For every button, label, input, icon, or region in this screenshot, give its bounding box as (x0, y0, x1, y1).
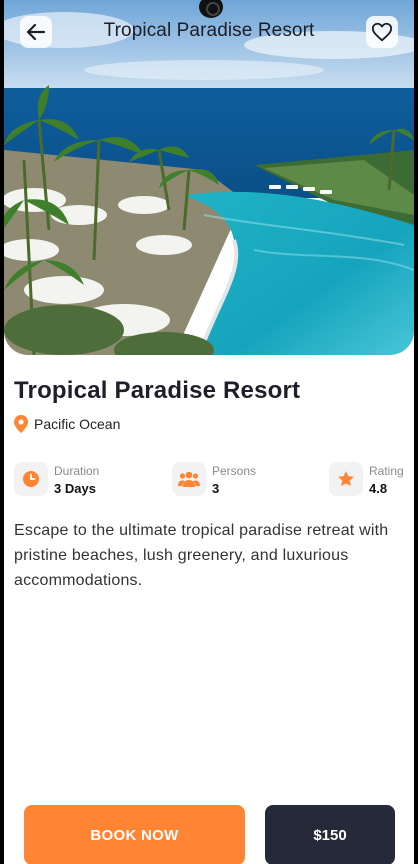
stat-icon-box (14, 462, 48, 496)
price-button[interactable]: $150 (265, 805, 395, 864)
stat-value: 3 (212, 481, 220, 496)
stats-row: Duration 3 Days Persons 3 Rating 4.8 (14, 462, 404, 502)
stat-label: Duration (54, 464, 100, 478)
resort-detail-screen: Tropical Paradise Resort Tropical Paradi… (4, 0, 414, 864)
location-pin-icon (14, 415, 28, 433)
resort-details: Tropical Paradise Resort Pacific Ocean (14, 377, 404, 433)
stat-text: Rating 4.8 (369, 462, 404, 496)
hero-image (4, 0, 414, 355)
stat-value: 4.8 (369, 481, 388, 496)
people-icon (178, 471, 200, 487)
resort-name: Tropical Paradise Resort (14, 377, 301, 404)
stat-persons: Persons 3 (172, 462, 256, 496)
stat-rating: Rating 4.8 (329, 462, 404, 496)
stat-label: Persons (212, 464, 257, 478)
header-title: Tropical Paradise Resort (103, 20, 315, 41)
resort-location: Pacific Ocean (14, 415, 404, 433)
favorite-button[interactable] (366, 16, 398, 48)
book-now-button[interactable]: BOOK NOW (24, 805, 245, 864)
stat-label: Rating (369, 464, 404, 478)
resort-photo (4, 0, 414, 355)
stat-text: Duration 3 Days (54, 462, 99, 496)
location-label: Pacific Ocean (34, 416, 121, 432)
clock-icon (23, 471, 39, 487)
star-icon (338, 471, 354, 487)
stat-text: Persons 3 (212, 462, 256, 496)
stat-duration: Duration 3 Days (14, 462, 99, 496)
heart-outline-icon (371, 22, 393, 42)
stat-icon-box (329, 462, 363, 496)
resort-description: Escape to the ultimate tropical paradise… (14, 522, 389, 589)
stat-value: 3 Days (54, 481, 96, 496)
stat-icon-box (172, 462, 206, 496)
